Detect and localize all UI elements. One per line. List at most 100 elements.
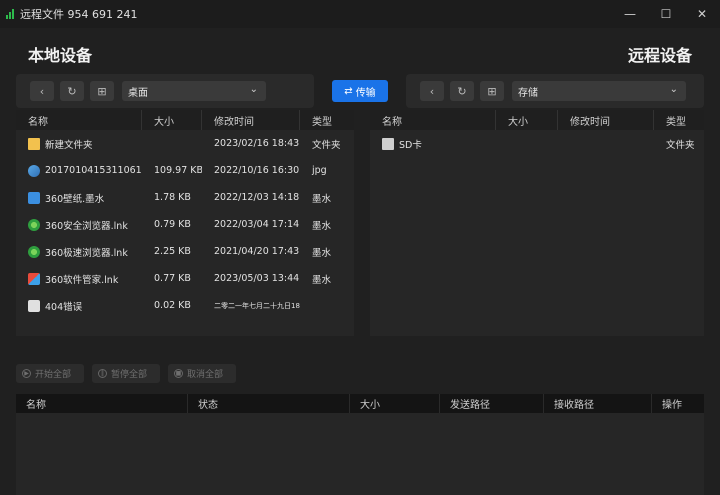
pause-icon: ‖ <box>98 369 107 378</box>
play-icon: ▶ <box>22 369 31 378</box>
local-refresh-button[interactable]: ↻ <box>60 81 84 101</box>
file-modified: 二零二一年七月二十九日18时38分 <box>214 301 300 310</box>
file-name-cell: 360软件管家.lnk <box>16 272 142 286</box>
column-size[interactable]: 大小 <box>142 110 202 130</box>
file-name-cell: 404错误 <box>16 299 142 313</box>
chevron-down-icon: ⌄ <box>669 84 678 95</box>
file-name-cell: 新建文件夹 <box>16 137 142 151</box>
file-name-cell: 360安全浏览器.lnk <box>16 218 142 232</box>
sd-card-icon <box>382 137 394 150</box>
file-name-cell: 360壁纸.墨水 <box>16 191 142 205</box>
signal-icon <box>6 9 16 19</box>
file-row[interactable]: 新建文件夹 2023/02/16 18:43 文件夹 <box>16 130 354 157</box>
file-name-cell: 2017010415311061... <box>16 164 142 177</box>
file-type: 墨水 <box>312 220 332 232</box>
file-icon <box>28 299 40 312</box>
chevron-left-icon: ‹ <box>39 84 45 98</box>
local-toolbar: ‹ ↻ ⊞ 桌面 ⌄ <box>16 74 314 108</box>
local-back-button[interactable]: ‹ <box>30 81 54 101</box>
local-path-value: 桌面 <box>128 87 148 99</box>
task-column-name[interactable]: 名称 <box>16 394 188 413</box>
file-modified: 2023/02/16 18:43 <box>214 138 300 149</box>
file-name: 2017010415311061... <box>45 165 142 176</box>
remote-file-panel: 名称 大小 修改时间 类型 SD卡 文件夹 <box>370 110 704 336</box>
new-folder-icon: ⊞ <box>97 84 107 98</box>
browser-shortcut-icon <box>28 245 40 258</box>
column-modified[interactable]: 修改时间 <box>558 110 654 130</box>
file-type: jpg <box>312 165 327 176</box>
folder-icon <box>28 137 40 150</box>
column-type[interactable]: 类型 <box>300 110 354 130</box>
file-size: 0.77 KB <box>154 273 191 284</box>
file-name: 360极速浏览器.lnk <box>45 247 128 259</box>
new-folder-icon: ⊞ <box>487 84 497 98</box>
remote-column-header: 名称 大小 修改时间 类型 <box>370 110 704 130</box>
local-device-title: 本地设备 <box>28 46 93 65</box>
chevron-left-icon: ‹ <box>429 84 435 98</box>
file-name: 360安全浏览器.lnk <box>45 220 128 232</box>
file-modified: 2023/05/03 13:44 <box>214 273 300 284</box>
local-path-select[interactable]: 桌面 ⌄ <box>122 81 266 101</box>
remote-refresh-button[interactable]: ↻ <box>450 81 474 101</box>
image-file-icon <box>28 164 40 177</box>
file-row[interactable]: 360安全浏览器.lnk 0.79 KB 2022/03/04 17:14 墨水 <box>16 211 354 238</box>
file-modified: 2022/10/16 16:30 <box>214 165 300 176</box>
task-column-receive-path[interactable]: 接收路径 <box>544 394 652 413</box>
remote-device-title: 远程设备 <box>627 46 692 65</box>
task-column-status[interactable]: 状态 <box>188 394 350 413</box>
close-button[interactable]: ✕ <box>684 0 720 28</box>
file-name: 360软件管家.lnk <box>45 274 119 286</box>
file-size: 1.78 KB <box>154 192 191 203</box>
remote-path-select[interactable]: 存储 ⌄ <box>512 81 686 101</box>
column-type[interactable]: 类型 <box>654 110 704 130</box>
app-shortcut-icon <box>28 191 40 204</box>
file-row[interactable]: 404错误 0.02 KB 二零二一年七月二十九日18时38分 <box>16 292 354 319</box>
pause-all-label: 暂停全部 <box>111 370 148 380</box>
file-name-cell: 360极速浏览器.lnk <box>16 245 142 259</box>
local-new-folder-button[interactable]: ⊞ <box>90 81 114 101</box>
file-modified: 2022/12/03 14:18 <box>214 192 300 203</box>
task-list <box>16 413 704 495</box>
file-name: 360壁纸.墨水 <box>45 193 105 205</box>
file-type: 墨水 <box>312 247 332 259</box>
file-row[interactable]: 2017010415311061... 109.97 KB 2022/10/16 1… <box>16 157 354 184</box>
file-name-cell: SD卡 <box>370 137 496 151</box>
start-all-button[interactable]: ▶ 开始全部 <box>16 364 84 383</box>
file-modified: 2022/03/04 17:14 <box>214 219 300 230</box>
file-type: 文件夹 <box>666 139 695 151</box>
file-name: SD卡 <box>399 139 422 151</box>
file-size: 2.25 KB <box>154 246 191 257</box>
column-modified[interactable]: 修改时间 <box>202 110 300 130</box>
remote-new-folder-button[interactable]: ⊞ <box>480 81 504 101</box>
refresh-icon: ↻ <box>67 84 77 98</box>
local-column-header: 名称 大小 修改时间 类型 <box>16 110 354 130</box>
cancel-all-button[interactable]: ■ 取消全部 <box>168 364 236 383</box>
start-all-label: 开始全部 <box>35 370 72 380</box>
software-manager-icon <box>28 272 40 285</box>
transfer-button[interactable]: ⇄ 传输 <box>332 80 388 102</box>
transfer-icon: ⇄ <box>344 85 353 97</box>
file-row[interactable]: 360软件管家.lnk 0.77 KB 2023/05/03 13:44 墨水 <box>16 265 354 292</box>
file-type: 文件夹 <box>312 139 341 151</box>
column-name[interactable]: 名称 <box>370 110 496 130</box>
file-row[interactable]: 360壁纸.墨水 1.78 KB 2022/12/03 14:18 墨水 <box>16 184 354 211</box>
remote-back-button[interactable]: ‹ <box>420 81 444 101</box>
file-type: 墨水 <box>312 193 332 205</box>
file-row[interactable]: SD卡 文件夹 <box>370 130 704 157</box>
transfer-label: 传输 <box>355 87 376 99</box>
minimize-button[interactable]: — <box>612 0 648 28</box>
file-row[interactable]: 360极速浏览器.lnk 2.25 KB 2021/04/20 17:43 墨水 <box>16 238 354 265</box>
file-size: 0.79 KB <box>154 219 191 230</box>
task-column-size[interactable]: 大小 <box>350 394 440 413</box>
file-size: 0.02 KB <box>154 300 191 311</box>
column-size[interactable]: 大小 <box>496 110 558 130</box>
task-column-send-path[interactable]: 发送路径 <box>440 394 544 413</box>
browser-shortcut-icon <box>28 218 40 231</box>
column-name[interactable]: 名称 <box>16 110 142 130</box>
remote-toolbar: ‹ ↻ ⊞ 存储 ⌄ <box>406 74 704 108</box>
pause-all-button[interactable]: ‖ 暂停全部 <box>92 364 160 383</box>
local-file-panel: 名称 大小 修改时间 类型 新建文件夹 2023/02/16 18:43 文件夹 20… <box>16 110 354 336</box>
remote-path-value: 存储 <box>518 87 538 99</box>
task-column-action[interactable]: 操作 <box>652 394 704 413</box>
maximize-button[interactable]: ☐ <box>648 0 684 28</box>
